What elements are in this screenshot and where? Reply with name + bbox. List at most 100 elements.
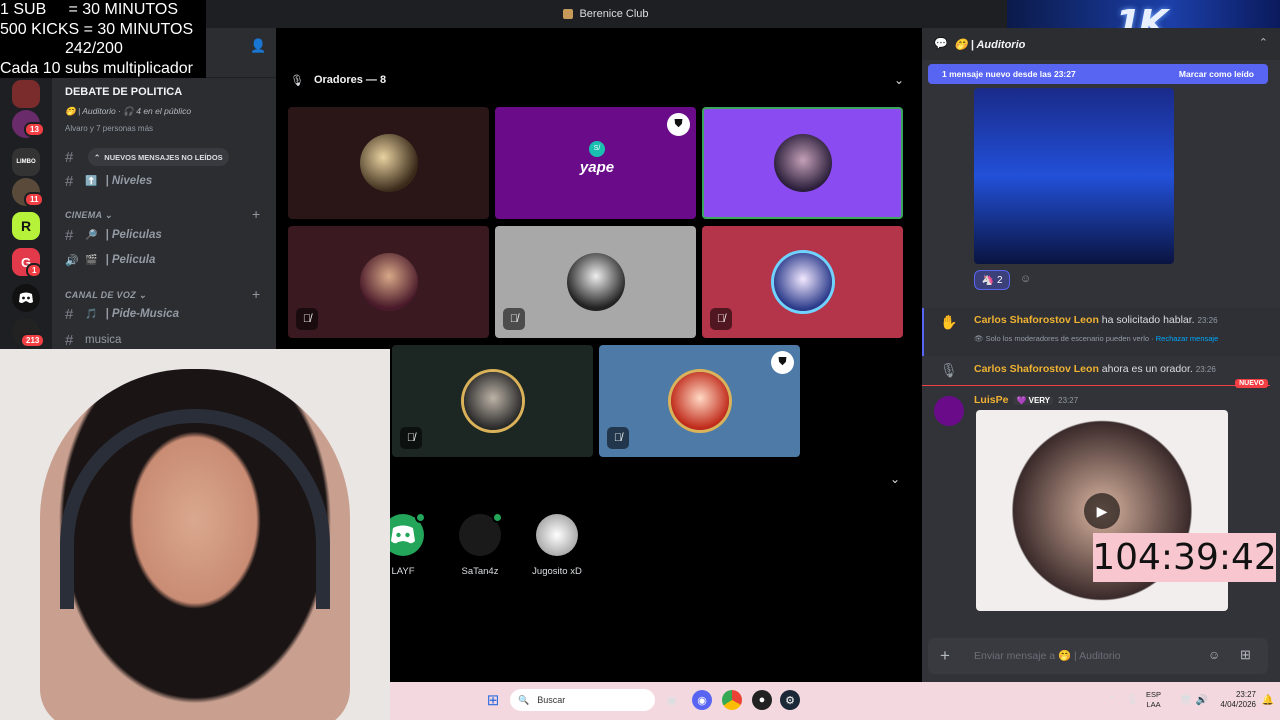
- chevron-down-icon[interactable]: ⌄: [894, 73, 904, 87]
- channel-item[interactable]: #: [65, 148, 77, 166]
- muted-icon: 🎙̸: [296, 308, 318, 330]
- unread-pill-label: NUEVOS MENSAJES NO LEÍDOS: [104, 152, 223, 162]
- server-icon[interactable]: LIMBO: [12, 148, 40, 176]
- up-arrow-icon: ⬆️: [85, 175, 98, 187]
- play-icon[interactable]: ▶: [1084, 493, 1120, 529]
- chat-header: 💬 🤭 | Auditorio ⌃: [922, 28, 1280, 60]
- system-message: Carlos Shaforostov Leon ha solicitado ha…: [974, 314, 1218, 326]
- overlay-line: 500 KICKS = 30 MINUTOS: [0, 20, 194, 38]
- message-input-placeholder: Enviar mensaje a 🤭 | Auditorio: [974, 650, 1121, 662]
- unread-pill[interactable]: ⌃ NUEVOS MENSAJES NO LEÍDOS: [88, 148, 229, 166]
- speaker-tile[interactable]: 🎙̸: [392, 345, 593, 457]
- overlay-line: Cada 10 subs multiplicador: [0, 59, 193, 77]
- speakers-label: Oradores — 8: [313, 74, 387, 86]
- channel-label: musica: [85, 334, 122, 346]
- discord-icon[interactable]: [12, 284, 40, 312]
- add-channel-icon[interactable]: +: [252, 206, 260, 222]
- steam-icon[interactable]: ⚙: [780, 690, 800, 710]
- speaker-tile[interactable]: 🎙̸ ⛊: [599, 345, 800, 457]
- chrome-icon[interactable]: [722, 690, 742, 710]
- chevron-down-icon[interactable]: ⌄: [890, 472, 900, 486]
- add-attachment-icon[interactable]: +: [940, 646, 950, 666]
- reaction[interactable]: 🦄 2: [974, 270, 1010, 290]
- mark-read-button[interactable]: Marcar como leído: [1179, 69, 1254, 79]
- speaker-tile[interactable]: 🎙̸: [702, 226, 903, 338]
- online-status-icon: [492, 512, 503, 523]
- channel-item-niveles[interactable]: # ⬆️ | Niveles: [65, 172, 152, 190]
- unread-badge: 11: [24, 192, 45, 207]
- channel-item-pelicula[interactable]: 🔊 🎬 | Pelicula: [65, 251, 155, 269]
- reaction-emoji-icon: 🦄: [981, 274, 994, 286]
- magnifier-icon: 🔎: [85, 229, 98, 241]
- unread-badge: 1: [26, 263, 43, 278]
- chat-channel-name: 🤭 | Auditorio: [954, 39, 1026, 51]
- new-messages-bar[interactable]: 1 mensaje nuevo desde las 23:27 Marcar c…: [928, 64, 1268, 84]
- server-icon: [563, 9, 574, 19]
- emoji-icon[interactable]: ☺: [1208, 648, 1220, 662]
- muted-icon: 🎙̸: [607, 427, 629, 449]
- add-channel-icon[interactable]: +: [252, 286, 260, 302]
- tray-chevron-icon[interactable]: ⌃: [1102, 690, 1122, 710]
- avatar: [773, 134, 832, 192]
- clock[interactable]: 23:27 4/04/2026: [1210, 690, 1256, 710]
- message-header: LuisPe 💜 VERY 23:27: [974, 394, 1078, 406]
- task-view-icon[interactable]: ▣: [662, 690, 682, 710]
- author-name[interactable]: LuisPe: [974, 394, 1008, 406]
- overlay-line: 1 SUB = 30 MINUTOS: [0, 1, 178, 18]
- channel-item-pide-musica[interactable]: # 🎵 | Pide-Musica: [65, 305, 179, 323]
- volume-icon[interactable]: 🔊: [1192, 690, 1212, 710]
- stage-speaker-icon: 🎙: [940, 362, 958, 378]
- audience-name: SaTan4z: [461, 566, 499, 577]
- stage-subtitle: 🤭 | Auditorio · 🎧 4 en el público: [65, 106, 192, 116]
- stage-title: DEBATE DE POLITICA: [65, 86, 183, 98]
- avatar: [459, 512, 503, 556]
- speaker-tile[interactable]: 🎙̸: [288, 226, 489, 338]
- microphone-tray-icon[interactable]: 🎙: [1122, 690, 1142, 710]
- avatar[interactable]: [934, 396, 964, 426]
- language-indicator[interactable]: ESP LAA: [1146, 690, 1161, 710]
- message-time: 23:27: [1058, 395, 1079, 405]
- chat-bubble-icon: 💬: [934, 38, 948, 50]
- overlay-line: 242/200: [65, 40, 123, 57]
- server-icon[interactable]: [12, 80, 40, 108]
- channel-item-peliculas[interactable]: # 🔎 | Peliculas: [65, 226, 162, 244]
- avatar: [359, 134, 418, 192]
- reaction-count: 2: [996, 274, 1003, 286]
- webcam-feed: [0, 349, 390, 720]
- system-note: 👁 Solo los moderadores de escenario pued…: [974, 334, 1219, 343]
- notification-icon[interactable]: 🔔: [1258, 690, 1278, 710]
- speaker-tile[interactable]: [288, 107, 489, 219]
- hash-icon: #: [65, 331, 74, 349]
- windows-start-icon[interactable]: ⊞: [483, 690, 503, 710]
- microphone-icon: 🎙: [290, 74, 304, 87]
- add-reaction-icon[interactable]: ☺: [1020, 273, 1031, 285]
- window-title: Berenice Club: [579, 8, 649, 20]
- apps-icon[interactable]: ⊞: [1240, 647, 1251, 663]
- speaker-tile[interactable]: 🎙̸: [495, 226, 696, 338]
- server-icon[interactable]: R: [12, 212, 40, 240]
- obs-icon[interactable]: ●: [752, 690, 772, 710]
- hash-icon: #: [65, 305, 74, 323]
- category-cinema[interactable]: CINEMA ⌄: [65, 210, 113, 221]
- hash-icon: #: [65, 172, 74, 190]
- speaker-tile[interactable]: [702, 107, 903, 219]
- discord-taskbar-icon[interactable]: ◉: [692, 690, 712, 710]
- category-voz[interactable]: CANAL DE VOZ ⌄: [65, 290, 147, 301]
- collapse-icon[interactable]: ⌃: [1259, 36, 1268, 49]
- yape-logo: S/ yape: [577, 141, 617, 176]
- speaker-tile[interactable]: S/ yape ⛊: [495, 107, 696, 219]
- channel-item-musica[interactable]: # musica: [65, 331, 121, 349]
- add-member-icon[interactable]: 👤: [250, 38, 266, 54]
- avatar: [463, 372, 522, 430]
- taskbar-search[interactable]: 🔍 Buscar: [510, 689, 655, 711]
- server-rail: 13 LIMBO 11 R G 1 213: [0, 78, 52, 350]
- audience-member[interactable]: SaTan4z: [445, 512, 515, 577]
- eye-icon: 👁: [974, 334, 984, 343]
- message-input[interactable]: + Enviar mensaje a 🤭 | Auditorio ☺ ⊞: [928, 638, 1268, 674]
- new-tag: NUEVO: [1235, 379, 1268, 388]
- message-image[interactable]: [974, 88, 1174, 264]
- reject-link[interactable]: Rechazar mensaje: [1156, 334, 1219, 343]
- audience-member[interactable]: Jugosito xD: [522, 514, 592, 577]
- chat-panel: 💬 🤭 | Auditorio ⌃ 1 mensaje nuevo desde …: [922, 28, 1280, 682]
- raised-hand-icon: ✋: [940, 314, 958, 330]
